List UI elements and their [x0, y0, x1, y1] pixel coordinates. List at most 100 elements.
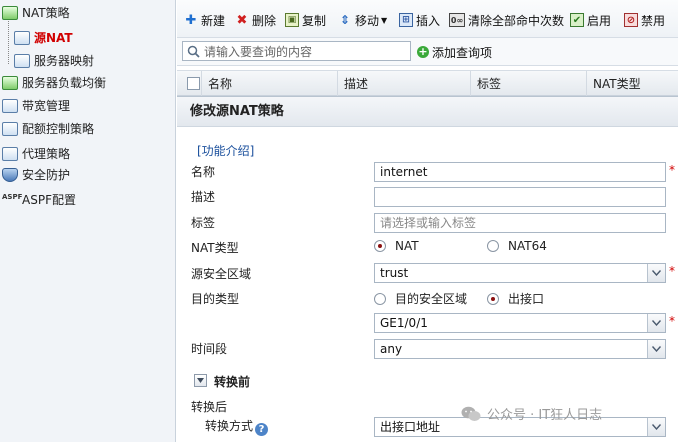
nat-type-radio-nat64[interactable]: NAT64: [487, 239, 547, 253]
new-button[interactable]: ✚ 新建: [184, 11, 225, 29]
radio-unselected-icon: [374, 292, 386, 305]
name-field[interactable]: internet: [374, 162, 666, 182]
disable-button-label: 禁用: [641, 13, 666, 28]
required-mark: *: [669, 264, 675, 278]
search-placeholder: 请输入要查询的内容: [204, 44, 313, 59]
wechat-logo-icon: [461, 406, 481, 422]
source-zone-select[interactable]: trust: [374, 263, 666, 283]
outgoing-interface-select[interactable]: GE1/0/1: [374, 313, 666, 333]
chevron-down-icon: [647, 418, 665, 436]
column-header-nat-type[interactable]: NAT类型: [586, 71, 678, 97]
radio-label: NAT64: [508, 239, 547, 253]
sidebar-item-label: 服务器负载均衡: [22, 76, 107, 90]
radio-selected-icon: [374, 240, 386, 252]
insert-button[interactable]: ⊞ 插入: [399, 11, 440, 29]
enable-button[interactable]: ✔ 启用: [570, 11, 611, 29]
insert-icon: ⊞: [399, 13, 413, 27]
clear-hits-button-label: 清除全部命中次数: [468, 13, 565, 28]
collapse-toggle[interactable]: [194, 374, 207, 387]
sidebar-item-label: 服务器映射: [34, 54, 95, 68]
after-translation-label: 转换后: [191, 400, 228, 414]
sidebar-item-server-mapping[interactable]: 服务器映射: [14, 50, 94, 72]
move-button-label: 移动: [355, 13, 380, 28]
time-range-label: 时间段: [191, 342, 228, 356]
enable-button-label: 启用: [587, 13, 612, 28]
destination-type-label: 目的类型: [191, 292, 240, 306]
copy-icon: ▣: [285, 13, 299, 27]
nat-policy-icon: [2, 6, 18, 20]
translation-mode-label: 转换方式: [205, 419, 254, 433]
required-mark: *: [669, 314, 675, 328]
select-all-checkbox[interactable]: [187, 77, 200, 90]
sidebar-item-label: ASPF配置: [22, 193, 76, 207]
destination-type-radio-zone[interactable]: 目的安全区域: [374, 290, 467, 307]
enable-icon: ✔: [570, 13, 584, 27]
move-button[interactable]: ⇕ 移动 ▼: [338, 11, 387, 29]
tag-field[interactable]: 请选择或输入标签: [374, 213, 666, 233]
chevron-down-icon: [647, 314, 665, 332]
sidebar-item-security[interactable]: 安全防护: [2, 164, 70, 186]
main-panel: ✚ 新建 ✖ 删除 ▣ 复制 ⇕ 移动 ▼ ⊞ 插入 0∞ 清除全部命中次数 ✔…: [177, 0, 678, 442]
required-mark: *: [669, 163, 675, 177]
column-header-description[interactable]: 描述: [337, 71, 470, 97]
triangle-down-icon: [197, 378, 204, 383]
sidebar-item-label: 源NAT: [34, 31, 73, 45]
sidebar-item-source-nat[interactable]: 源NAT: [14, 27, 73, 49]
delete-icon: ✖: [236, 12, 248, 28]
radio-selected-icon: [487, 292, 499, 305]
help-icon[interactable]: ?: [255, 423, 269, 436]
clear-hits-button[interactable]: 0∞ 清除全部命中次数: [449, 11, 564, 29]
add-query-button[interactable]: + 添加查询项: [417, 43, 492, 61]
copy-button[interactable]: ▣ 复制: [285, 11, 326, 29]
column-header-name[interactable]: 名称: [201, 71, 337, 97]
feature-intro-link[interactable]: [功能介绍]: [197, 142, 254, 159]
dialog-title: 修改源NAT策略: [177, 97, 678, 127]
sidebar-item-label: 代理策略: [22, 147, 71, 161]
add-query-label: 添加查询项: [432, 45, 493, 60]
sidebar-item-proxy[interactable]: 代理策略: [2, 143, 70, 165]
server-mapping-icon: [14, 54, 30, 68]
edit-source-nat-dialog: 修改源NAT策略 [功能介绍] 名称 internet * 描述 标签 请选择或…: [177, 96, 678, 442]
tag-label: 标签: [191, 216, 216, 230]
sidebar-item-quota[interactable]: 配额控制策略: [2, 118, 94, 140]
sidebar-item-label: NAT策略: [22, 6, 70, 20]
nat-type-radio-nat[interactable]: NAT: [374, 239, 419, 253]
shield-icon: [2, 168, 18, 182]
sidebar-item-label: 安全防护: [22, 168, 71, 182]
disable-icon: ⊘: [624, 13, 638, 27]
table-header: 名称 描述 标签 NAT类型: [177, 70, 678, 97]
outgoing-interface-value: GE1/0/1: [380, 316, 428, 330]
before-translation-heading: 转换前: [214, 375, 251, 389]
server-load-balancing-icon: [2, 76, 18, 90]
sidebar-item-aspf[interactable]: ASPF ASPF配置: [2, 189, 76, 211]
toolbar: ✚ 新建 ✖ 删除 ▣ 复制 ⇕ 移动 ▼ ⊞ 插入 0∞ 清除全部命中次数 ✔…: [177, 0, 678, 38]
search-icon: [187, 45, 200, 58]
search-input[interactable]: 请输入要查询的内容: [182, 41, 411, 61]
description-field[interactable]: [374, 187, 666, 207]
search-bar: 请输入要查询的内容 + 添加查询项: [177, 38, 678, 66]
plus-icon: ✚: [185, 12, 197, 28]
bandwidth-icon: [2, 99, 18, 113]
description-label: 描述: [191, 190, 216, 204]
translation-mode-value: 出接口地址: [380, 420, 441, 434]
proxy-icon: [2, 147, 18, 161]
time-range-select[interactable]: any: [374, 339, 666, 359]
radio-label: 目的安全区域: [395, 292, 468, 306]
quota-icon: [2, 122, 18, 136]
destination-type-radio-interface[interactable]: 出接口: [487, 290, 544, 307]
sidebar-item-server-load-balancing[interactable]: 服务器负载均衡: [2, 72, 106, 94]
sidebar: NAT策略 源NAT 服务器映射 服务器负载均衡 带宽管理 配额控制策略 代理策…: [0, 0, 176, 442]
add-circle-icon: +: [417, 45, 429, 58]
delete-button-label: 删除: [252, 13, 277, 28]
nat-type-label: NAT类型: [191, 241, 239, 255]
watermark-text: 公众号 · IT狂人日志: [487, 408, 603, 423]
clear-hits-icon: 0∞: [449, 13, 465, 27]
delete-button[interactable]: ✖ 删除: [235, 11, 276, 29]
column-header-tag[interactable]: 标签: [470, 71, 586, 97]
disable-button[interactable]: ⊘ 禁用: [624, 11, 665, 29]
sidebar-item-label: 配额控制策略: [22, 122, 95, 136]
aspf-icon: ASPF: [2, 193, 23, 201]
sidebar-item-bandwidth[interactable]: 带宽管理: [2, 95, 70, 117]
name-label: 名称: [191, 165, 216, 179]
sidebar-item-nat-policy[interactable]: NAT策略: [2, 2, 70, 24]
